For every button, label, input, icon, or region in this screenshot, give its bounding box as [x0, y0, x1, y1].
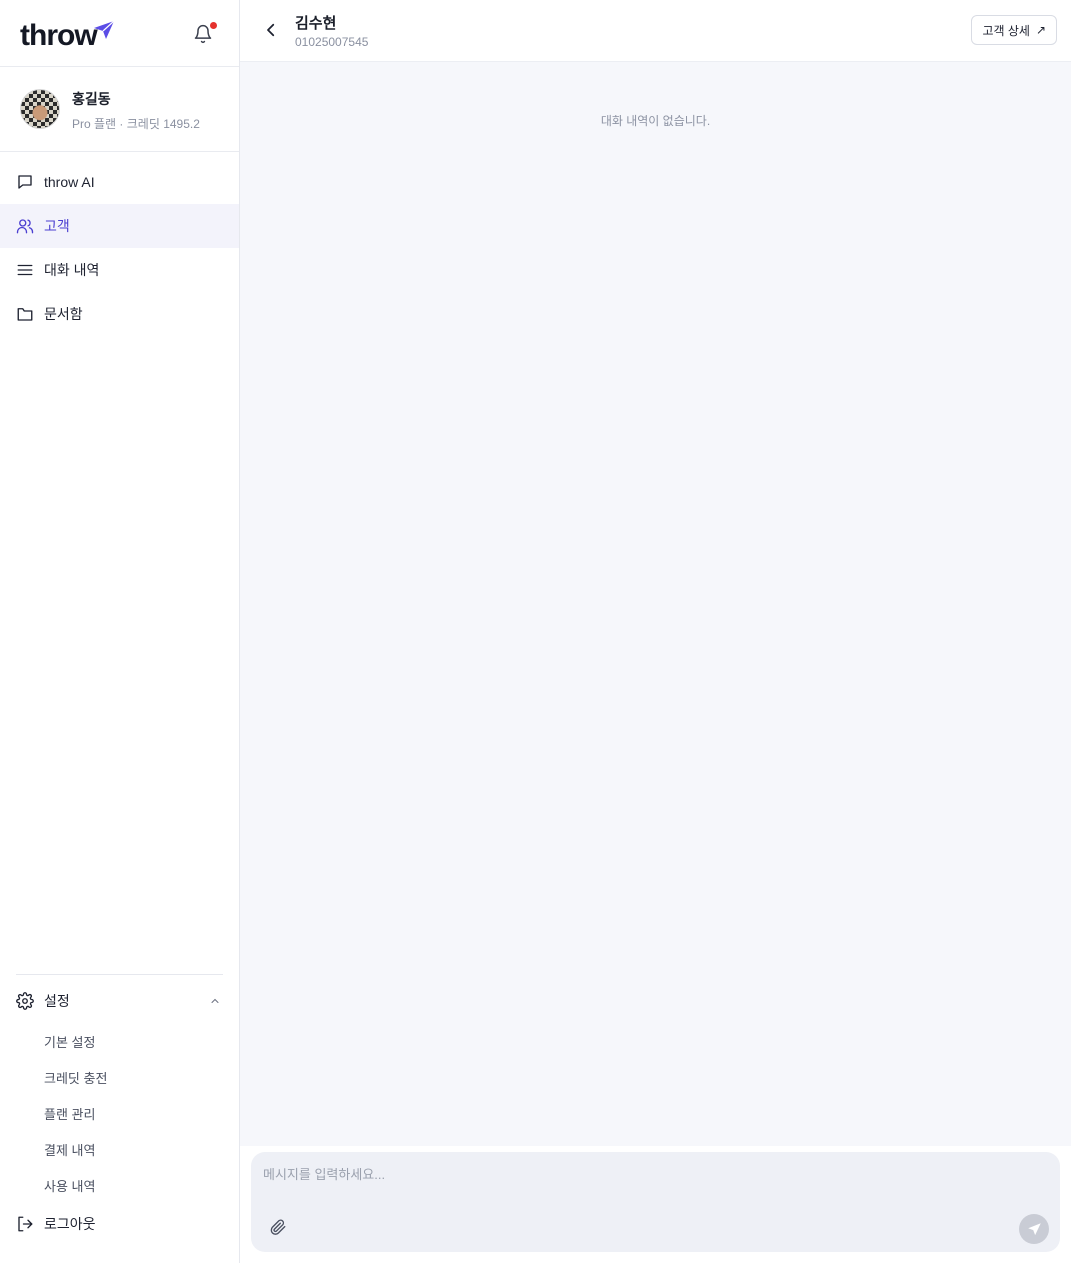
- folder-icon: [17, 308, 33, 321]
- settings-label: 설정: [44, 993, 70, 1009]
- profile-name: 홍길동: [72, 91, 111, 107]
- settings-item-usage[interactable]: 사용 내역: [44, 1176, 95, 1195]
- settings-item-basic[interactable]: 기본 설정: [44, 1032, 95, 1051]
- paperclip-icon[interactable]: [269, 1218, 287, 1236]
- list-icon: [17, 264, 33, 276]
- profile-plan-credit: Pro 플랜 · 크레딧 1495.2: [72, 117, 200, 131]
- message-input[interactable]: [263, 1164, 1043, 1204]
- customer-detail-button[interactable]: 고객 상세 ↗: [971, 15, 1057, 45]
- empty-state-text: 대화 내역이 없습니다.: [600, 114, 711, 128]
- settings-toggle[interactable]: 설정: [16, 988, 223, 1014]
- send-icon: [1027, 1222, 1041, 1235]
- message-composer: [251, 1152, 1060, 1252]
- nav-item-label: 대화 내역: [44, 262, 100, 278]
- nav-item-documents[interactable]: 문서함: [0, 292, 239, 336]
- logo-arrow-icon: [94, 20, 115, 39]
- profile-card[interactable]: [0, 67, 239, 152]
- logout-label: 로그아웃: [44, 1216, 96, 1232]
- brand-row: throw: [0, 0, 239, 67]
- nav-item-label: 문서함: [44, 306, 83, 322]
- nav-item-label: throw AI: [44, 174, 95, 190]
- logout-icon: [18, 1216, 33, 1232]
- conversation-header: 김수현 01025007545 고객 상세 ↗: [240, 0, 1071, 62]
- customer-phone: 01025007545: [295, 35, 369, 49]
- customer-detail-label: 고객 상세: [982, 23, 1030, 38]
- chevron-left-icon[interactable]: [262, 21, 280, 39]
- avatar[interactable]: [20, 89, 60, 129]
- logo[interactable]: throw: [20, 18, 98, 54]
- composer-area: [240, 1146, 1071, 1263]
- notification-dot: [210, 22, 217, 29]
- nav-item-customers[interactable]: 고객: [0, 204, 239, 248]
- logout-button[interactable]: 로그아웃: [16, 1214, 96, 1234]
- nav-item-throw-ai[interactable]: throw AI: [0, 160, 239, 204]
- settings-item-payments[interactable]: 결제 내역: [44, 1140, 95, 1159]
- external-arrow-icon: ↗: [1035, 23, 1046, 37]
- customer-name: 김수현: [295, 15, 337, 32]
- users-icon: [16, 219, 34, 234]
- settings-item-plan[interactable]: 플랜 관리: [44, 1104, 95, 1123]
- divider: [16, 974, 223, 975]
- nav-item-conversations[interactable]: 대화 내역: [0, 248, 239, 292]
- send-button[interactable]: [1019, 1214, 1049, 1244]
- sidebar: throw 홍길동 Pro 플랜 · 크레딧 1495.2 throw AI 고…: [0, 0, 240, 1263]
- chevron-up-icon: [211, 998, 219, 1003]
- main-nav: throw AI 고객 대화 내역 문서함: [0, 160, 239, 336]
- gear-icon: [16, 992, 34, 1010]
- settings-item-credit[interactable]: 크레딧 충전: [44, 1068, 107, 1087]
- nav-item-label: 고객: [44, 218, 70, 234]
- conversation-panel: 김수현 01025007545 고객 상세 ↗ 대화 내역이 없습니다.: [240, 0, 1071, 1263]
- chat-bubble-icon: [18, 175, 32, 189]
